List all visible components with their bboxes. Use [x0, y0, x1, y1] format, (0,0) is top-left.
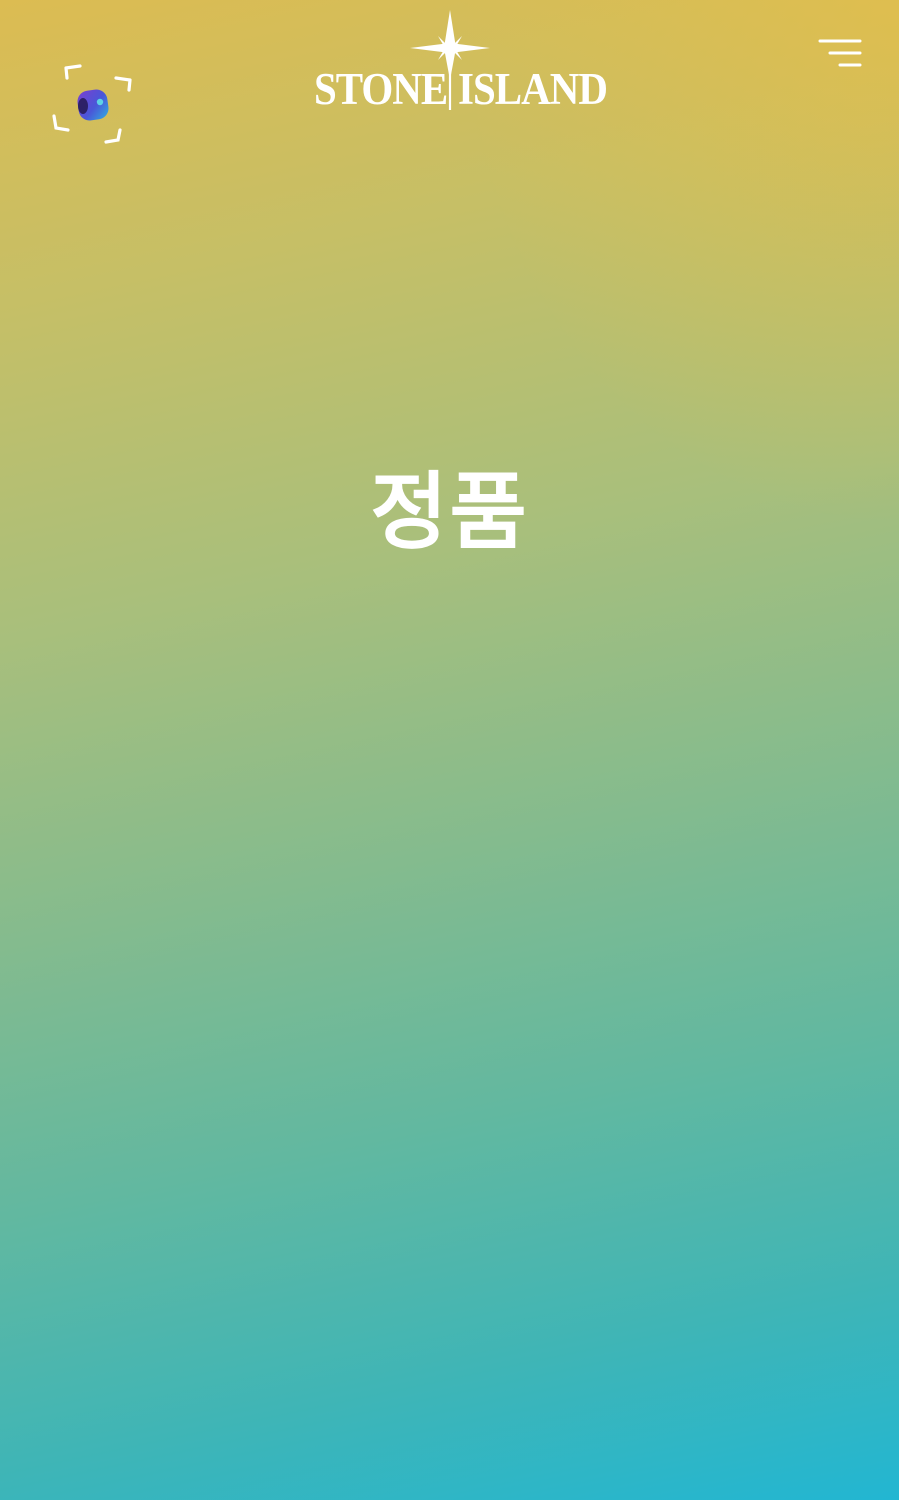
- hamburger-menu-icon: [818, 39, 862, 67]
- brand-name-right: ISLAND: [458, 62, 608, 115]
- brand-logo[interactable]: STONE ISLAND: [300, 8, 608, 115]
- scan-button[interactable]: [50, 64, 134, 146]
- background-gradient: [0, 0, 899, 1500]
- camera-scan-icon: [52, 64, 132, 144]
- menu-button[interactable]: [816, 36, 866, 74]
- brand-name-left: STONE: [314, 62, 448, 115]
- page-title: 정품: [370, 463, 529, 561]
